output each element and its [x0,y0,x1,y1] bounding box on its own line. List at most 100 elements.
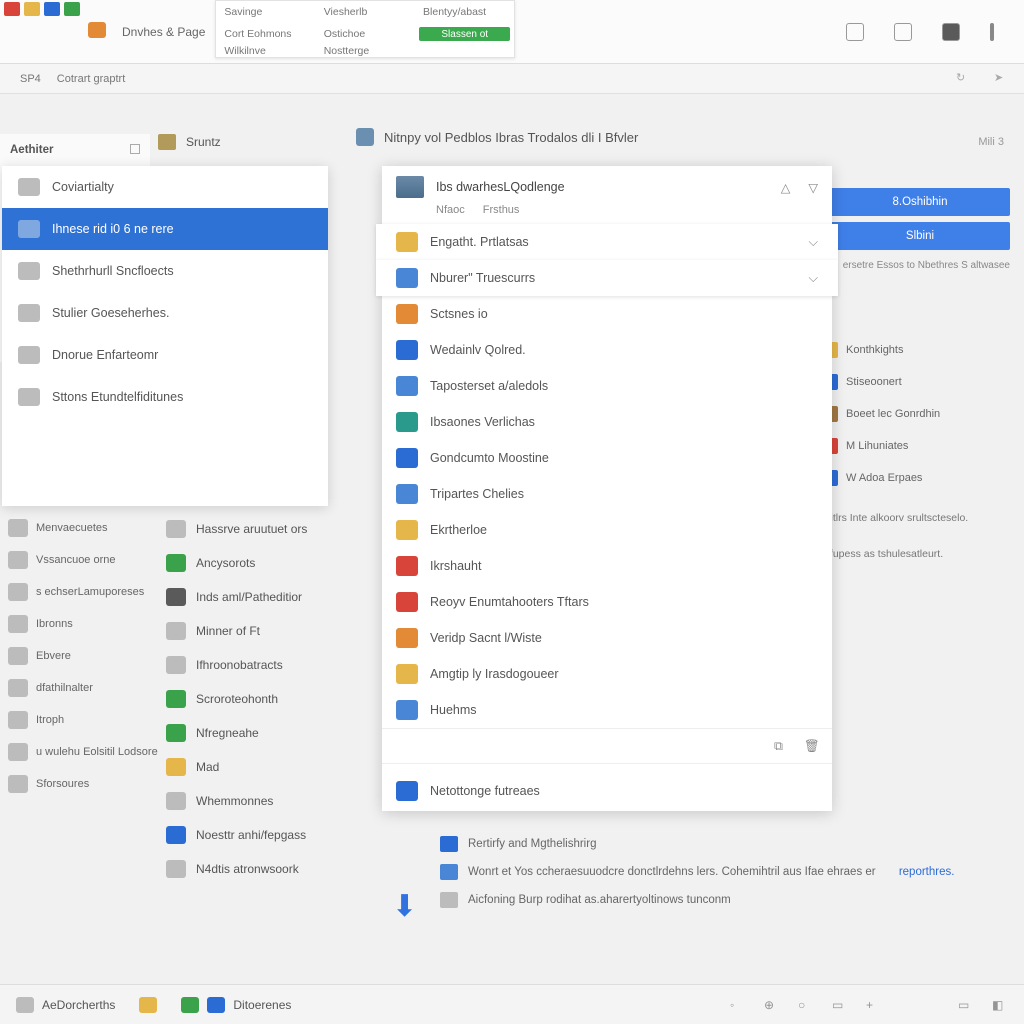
app-main-icon[interactable] [88,22,106,38]
dropdown-item-label: Ekrtherloe [430,523,487,537]
note-icon[interactable] [846,23,864,41]
list-item[interactable]: Inds aml/Patheditior [166,580,386,614]
side-panel-item[interactable]: Ihnese rid i0 6 ne rere [2,208,328,250]
side-panel-item[interactable]: Shethrhurll Sncfloects [2,250,328,292]
tray-icon[interactable]: ▭ [832,998,848,1012]
content-link[interactable]: reporthres. [899,866,955,878]
tray-icon[interactable]: + [866,998,882,1012]
edit-icon[interactable] [894,23,912,41]
notification-icon[interactable]: ◧ [992,998,1008,1012]
generic-icon [18,262,40,280]
list-item[interactable]: Itroph [8,704,168,736]
sidebar-header-label: Aethiter [10,144,53,156]
menu-item[interactable]: Savinge [216,1,315,23]
side-panel-item[interactable]: Stulier Goeseherhes. [2,292,328,334]
menu-item[interactable]: Nostterge [316,45,415,57]
list-item[interactable]: Nfregneahe [166,716,386,750]
dropdown-item[interactable]: Taposterset a/aledols [382,368,832,404]
refresh-icon[interactable]: ↻ [956,71,974,87]
list-item[interactable]: Whemmonnes [166,784,386,818]
download-arrow-icon[interactable]: ⬇ [392,889,417,924]
menu-item[interactable]: Viesherlb [316,1,415,23]
app-icon-1[interactable] [4,2,20,16]
list-item[interactable]: Vssancuoe orne [8,544,168,576]
list-item[interactable]: Ibronns [8,608,168,640]
dropdown-item[interactable]: Reoyv Enumtahooters Tftars [382,584,832,620]
list-item[interactable]: s echserLamuporeses [8,576,168,608]
copy-icon[interactable]: ⧉ [774,739,788,753]
dropdown-item[interactable]: Nburer" Truescurrs⌵ [376,260,838,296]
list-item[interactable]: Hassrve aruutuet ors [166,512,386,546]
right-info-panel: KonthkightsStiseoonertBoeet lec Gonrdhin… [820,334,1010,566]
view-icon[interactable] [942,23,960,41]
dropdown-item[interactable]: Tripartes Chelies [382,476,832,512]
list-item[interactable]: Ancysorots [166,546,386,580]
list-item-label: Itroph [36,714,64,726]
menu-item[interactable]: Cort Eohmons [216,23,315,45]
app-icon-3[interactable] [44,2,60,16]
info-item[interactable]: Stiseoonert [820,366,1010,398]
menu-item[interactable]: Wilkilnve [216,45,315,57]
delete-icon[interactable]: 🗑 [804,739,818,753]
app-icon-2[interactable] [24,2,40,16]
dropdown-item[interactable]: Amgtip ly Irasdogoueer [382,656,832,692]
more-icon[interactable] [990,23,994,41]
dropdown-item[interactable]: Sctsnes io [382,296,832,332]
taskbar-item[interactable] [139,997,157,1013]
generic-icon [18,346,40,364]
list-item[interactable]: Scroroteohonth [166,682,386,716]
info-item[interactable]: W Adoa Erpaes [820,462,1010,494]
list-item[interactable]: Sforsoures [8,768,168,800]
dropdown-item[interactable]: Ikrshauht [382,548,832,584]
list-item-label: Mad [196,760,219,774]
list-item[interactable]: Mad [166,750,386,784]
breadcrumb-root[interactable]: SP4 [12,73,49,85]
expand-down-icon[interactable]: ▽ [808,180,818,195]
sidebar-toggle-icon[interactable] [130,144,140,154]
taskbar-item[interactable]: Ditoerenes [181,997,291,1013]
side-panel-item[interactable]: Sttons Etundtelfiditunes [2,376,328,418]
chat-icon[interactable]: ▭ [958,998,974,1012]
tray-icon[interactable]: ◦ [730,998,746,1012]
dropdown-item[interactable]: Ibsaones Verlichas [382,404,832,440]
taskbar-item[interactable]: AeDorcherths [16,997,115,1013]
dropdown-item[interactable]: Ekrtherloe [382,512,832,548]
secondary-button[interactable]: Slbini [830,222,1010,250]
collapse-up-icon[interactable]: △ [781,180,791,195]
list-item[interactable]: u wulehu Eolsitil Lodsore [8,736,168,768]
list-item[interactable]: N4dtis atronwsoork [166,852,386,886]
dropdown-item-label: Tripartes Chelies [430,487,524,501]
side-panel-item[interactable]: Coviartialty [2,166,328,208]
list-item[interactable]: Menvaecuetes [8,512,168,544]
list-item[interactable]: Noesttr anhi/fepgass [166,818,386,852]
dropdown-item-label: Ibsaones Verlichas [430,415,535,429]
info-item[interactable]: M Lihuniates [820,430,1010,462]
doc-icon [440,892,458,908]
list-item[interactable]: dfathilnalter [8,672,168,704]
list-item[interactable]: Ebvere [8,640,168,672]
primary-button[interactable]: 8.Oshibhin [830,188,1010,216]
info-item[interactable]: Boeet lec Gonrdhin [820,398,1010,430]
forward-icon[interactable]: ➤ [994,71,1012,87]
menu-item[interactable]: Ostichoe [316,23,415,45]
chevron-icon: ⌵ [809,271,818,286]
dropdown-item[interactable]: Gondcumto Moostine [382,440,832,476]
side-panel: CoviartialtyIhnese rid i0 6 ne rereSheth… [2,166,328,506]
list-item[interactable]: Minner of Ft [166,614,386,648]
info-text: Wfupess as tshulesatleurt. [820,530,1010,566]
list-item[interactable]: Ifhroonobatracts [166,648,386,682]
side-panel-item[interactable]: Dnorue Enfarteomr [2,334,328,376]
dropdown-item[interactable]: Engatht. Prtlatsas⌵ [376,224,838,260]
primary-action-button[interactable]: Slassen ot [419,27,510,41]
app-icon-4[interactable] [64,2,80,16]
side-panel-label: Stulier Goeseherhes. [52,306,169,320]
dropdown-trailing-item[interactable]: Netottonge futreaes [382,771,832,811]
tray-icon[interactable]: ○ [798,998,814,1012]
breadcrumb-item[interactable]: Cotrart graptrt [49,73,133,85]
dropdown-item[interactable]: Wedainlv Qolred. [382,332,832,368]
info-item[interactable]: Konthkights [820,334,1010,366]
menu-item[interactable]: Blentyy/abast [415,1,514,23]
tray-icon[interactable]: ⊕ [764,998,780,1012]
dropdown-item[interactable]: Huehms [382,692,832,728]
dropdown-item[interactable]: Veridp Sacnt l/Wiste [382,620,832,656]
